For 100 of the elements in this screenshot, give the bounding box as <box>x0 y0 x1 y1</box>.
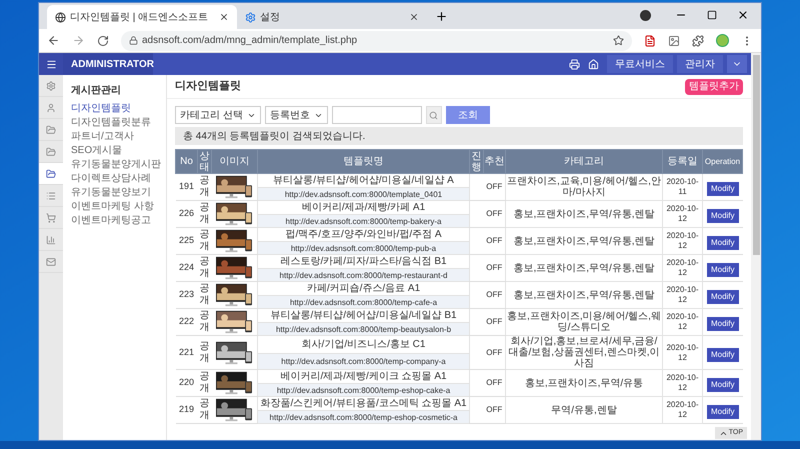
search-icon-button[interactable] <box>426 106 442 124</box>
search-field[interactable] <box>332 106 422 124</box>
scrollbar[interactable] <box>751 53 761 440</box>
modify-button[interactable]: Modify <box>706 290 739 304</box>
folder-icon <box>46 168 56 178</box>
modify-button[interactable]: Modify <box>706 317 739 331</box>
table-cell: 홍보,프랜차이즈,무역/유통,렌탈 <box>506 228 662 254</box>
modify-button[interactable]: Modify <box>706 378 739 392</box>
table-cell: 공개 <box>198 254 212 282</box>
avatar-icon[interactable] <box>716 34 729 47</box>
column-header: 진행 <box>470 150 484 174</box>
home-icon[interactable] <box>588 58 599 70</box>
close-icon[interactable] <box>219 12 229 22</box>
table-cell: http://dev.adsnsoft.com:8000/temp-pub-a <box>258 242 470 254</box>
browser-tab[interactable]: 설정 <box>237 5 427 29</box>
gear-icon <box>245 12 256 22</box>
cart-icon <box>46 212 56 222</box>
menu-title: 게시판관리 <box>71 84 122 98</box>
printer-icon[interactable] <box>569 58 580 70</box>
image-icon[interactable] <box>668 34 680 46</box>
menu-item[interactable]: 디자인템플릿 <box>71 102 158 116</box>
table-cell: 프랜차이즈,교육,미용/헤어/헬스,안마/마사지 <box>506 174 662 200</box>
rail-item[interactable] <box>39 163 63 185</box>
chart-icon <box>46 234 56 244</box>
address-bar[interactable]: adsnsoft.com/adm/mng_admin/template_list.php <box>121 30 632 50</box>
table-cell: 226 <box>176 200 198 228</box>
table-cell: 2020-10-12 <box>662 200 702 228</box>
table-cell: OFF <box>484 396 506 424</box>
table-cell: http://dev.adsnsoft.com:8000/temp-eshop-cosmetic-a <box>258 410 470 424</box>
profile-icon[interactable] <box>640 10 651 21</box>
table-cell: 회사/기업/비즈니스/홍보 C1 <box>258 336 470 354</box>
star-icon[interactable] <box>613 35 624 46</box>
table-cell: 2020-10-12 <box>662 282 702 308</box>
column-header: No <box>176 150 198 174</box>
select-field[interactable]: 등록번호 <box>264 106 328 124</box>
column-header: 추천 <box>484 150 506 174</box>
column-header: 카테고리 <box>506 150 662 174</box>
folder-icon <box>46 124 56 134</box>
table-cell: 공개 <box>198 308 212 336</box>
table-cell: 221 <box>176 336 198 370</box>
menu-item[interactable]: SEO게시물 <box>71 144 158 158</box>
modify-button[interactable]: Modify <box>706 348 739 362</box>
tab-title: 디자인템플릿 | 애드엔스소프트 <box>70 10 210 24</box>
url-text: adsnsoft.com/adm/mng_admin/template_list.php <box>142 34 358 48</box>
table-cell: 223 <box>176 282 198 308</box>
search-icon <box>429 110 438 120</box>
modify-button[interactable]: Modify <box>706 405 739 419</box>
puzzle-icon[interactable] <box>692 34 704 46</box>
menu-item[interactable]: 다이렉트상담사례 <box>71 172 158 186</box>
table-cell: 191 <box>176 174 198 200</box>
column-header: 이미지 <box>212 150 258 174</box>
table-cell: OFF <box>484 174 506 200</box>
table-cell: 홍보,프랜차이즈,무역/유통 <box>506 370 662 396</box>
close-icon[interactable] <box>409 12 419 22</box>
brand-title: ADMINISTRATOR <box>71 58 154 72</box>
menu-item[interactable]: 유기동물분양보기 <box>71 186 158 200</box>
select-field[interactable]: 카테고리 선택 <box>175 106 261 124</box>
table-cell: 무역/유통,렌탈 <box>506 396 662 424</box>
add-template-button[interactable]: 템플릿추가 <box>685 78 743 94</box>
menu-item[interactable]: 디자인템플릿분류 <box>71 116 158 130</box>
scrollbar-thumb[interactable] <box>752 55 760 255</box>
back-icon[interactable] <box>47 34 60 47</box>
hamburger-button[interactable] <box>39 53 63 75</box>
table-cell: http://dev.adsnsoft.com:8000/temp-beautysalon-b <box>258 322 470 336</box>
modify-button[interactable]: Modify <box>706 182 739 196</box>
table-cell: OFF <box>484 308 506 336</box>
browser-tab[interactable]: 디자인템플릿 | 애드엔스소프트 <box>47 5 237 29</box>
table-cell: 홍보,프랜차이즈,미용/헤어/헬스,웨딩/스튜디오 <box>506 308 662 336</box>
table-cell: 219 <box>176 396 198 424</box>
table-cell: 220 <box>176 370 198 396</box>
maximize-icon[interactable] <box>707 10 717 20</box>
table-cell: OFF <box>484 228 506 254</box>
tab-title: 설정 <box>260 10 281 24</box>
page-title: 디자인템플릿 <box>175 79 241 94</box>
table-cell: 회사/기업,홍보,브로셔/세무,금융/대출/보험,상품권센터,렌스마켓,이사짐 <box>506 336 662 370</box>
table-cell: 공개 <box>198 282 212 308</box>
table-cell: OFF <box>484 370 506 396</box>
table-cell: http://dev.adsnsoft.com:8000/temp-bakery-a <box>258 214 470 228</box>
modify-button[interactable]: Modify <box>706 236 739 250</box>
close-icon[interactable] <box>737 9 749 21</box>
menu-item[interactable]: 이벤트마케팅 사항 <box>71 200 158 214</box>
table-cell: 공개 <box>198 396 212 424</box>
table-cell: http://dev.adsnsoft.com:8000/temp-cafe-a <box>258 296 470 308</box>
menu-icon <box>46 58 56 70</box>
table-cell: 홍보,프랜차이즈,무역/유통,렌탈 <box>506 200 662 228</box>
reload-icon[interactable] <box>97 34 109 46</box>
header-button[interactable]: 관리자 <box>677 55 723 73</box>
new-tab-icon[interactable] <box>435 10 448 23</box>
folder-icon <box>46 146 56 156</box>
modify-button[interactable]: Modify <box>706 209 739 223</box>
list-icon <box>46 190 56 200</box>
table-cell: 홍보,프랜차이즈,무역/유통,렌탈 <box>506 282 662 308</box>
modify-button[interactable]: Modify <box>706 263 739 277</box>
table-cell: 2020-10-12 <box>662 254 702 282</box>
header-button[interactable]: 무료서비스 <box>607 55 673 73</box>
menu-item[interactable]: 이벤트마케팅공고 <box>71 214 158 228</box>
table-cell: 2020-10-12 <box>662 228 702 254</box>
menu-item[interactable]: 파트너/고객사 <box>71 130 158 144</box>
table-cell: OFF <box>484 336 506 370</box>
pdf-icon[interactable] <box>644 34 656 46</box>
